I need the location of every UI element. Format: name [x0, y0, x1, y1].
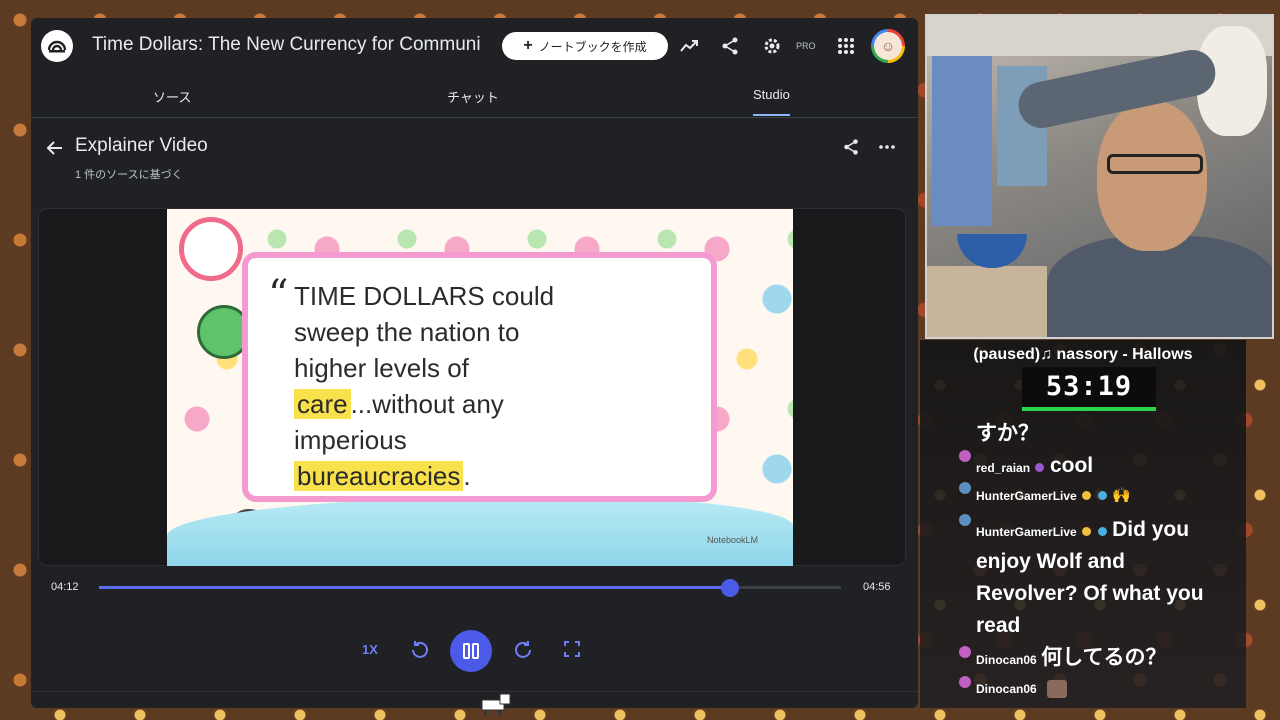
- fullscreen-icon[interactable]: [563, 640, 581, 663]
- user-icon: [959, 482, 971, 494]
- quote-text: TIME DOLLARS could sweep the nation to h…: [294, 278, 714, 494]
- emote-icon: [1047, 680, 1068, 698]
- chat-text: read: [976, 614, 1021, 637]
- chat-username: Dinocan06: [976, 682, 1037, 697]
- chat-username: Dinocan06: [976, 653, 1037, 667]
- current-time: 04:12: [51, 581, 79, 593]
- tab-chat[interactable]: チャット: [447, 87, 499, 106]
- notebook-app-window: Time Dollars: The New Currency for Commu…: [31, 18, 918, 708]
- more-options-icon[interactable]: [878, 138, 896, 161]
- progress-fill: [99, 586, 730, 589]
- quote-mark-icon: “: [268, 272, 289, 318]
- quote-line: sweep the nation to: [294, 317, 520, 347]
- rewind-10-icon[interactable]: [410, 639, 430, 664]
- bowl: [957, 234, 1027, 268]
- stream-chat-panel: (paused)♫ nassory - Hallows 53:19 すか？ re…: [920, 340, 1246, 708]
- crown-badge-icon: [1082, 527, 1092, 537]
- user-icon: [959, 676, 971, 688]
- subscriber-badge-icon: [1035, 463, 1045, 473]
- prime-badge-icon: [1097, 527, 1107, 537]
- panel-subtitle: 1 件のソースに基づく: [75, 169, 183, 181]
- quote-line: higher levels of: [294, 353, 469, 383]
- user-icon: [959, 646, 971, 658]
- chat-message: Dinocan06: [976, 680, 1068, 698]
- player-controls: 1X: [31, 630, 918, 672]
- prime-badge-icon: [1097, 491, 1107, 501]
- chat-message: enjoy Wolf and: [976, 546, 1125, 578]
- avatar-image: ☺: [874, 32, 902, 60]
- share-icon[interactable]: [718, 34, 742, 58]
- panel-title: Explainer Video: [75, 135, 208, 156]
- account-avatar[interactable]: ☺: [871, 29, 905, 63]
- notebooklm-logo-icon[interactable]: [41, 30, 73, 62]
- pause-button[interactable]: [450, 630, 492, 672]
- progress-thumb[interactable]: [720, 579, 739, 597]
- glasses: [1107, 154, 1203, 174]
- create-notebook-label: ノートブックを作成: [538, 39, 647, 54]
- panel-header: Explainer Video 1 件のソースに基づく: [31, 130, 918, 190]
- crown-badge-icon: [1082, 491, 1092, 501]
- chat-username: HunterGamerLive: [976, 489, 1077, 503]
- stream-timer: 53:19: [1022, 367, 1156, 411]
- chat-username: red_raian: [976, 461, 1031, 475]
- chat-message: Dinocan06 何してるの？: [976, 642, 1167, 674]
- quote-line: care ...without any: [294, 386, 714, 422]
- chat-text: Did you: [1112, 518, 1190, 541]
- analytics-icon[interactable]: [677, 34, 701, 58]
- user-icon: [959, 450, 971, 462]
- pro-badge: PRO: [796, 41, 816, 51]
- playback-speed-button[interactable]: 1X: [362, 642, 378, 657]
- tab-sources[interactable]: ソース: [153, 87, 191, 106]
- tab-bar: ソース チャット Studio: [31, 78, 918, 118]
- now-playing-text: (paused)♫ nassory - Hallows: [973, 346, 1193, 363]
- share-video-icon[interactable]: [842, 138, 860, 161]
- streamer-head: [1097, 101, 1207, 251]
- chat-text: 何してるの？: [1041, 646, 1167, 669]
- top-bar: Time Dollars: The New Currency for Commu…: [31, 18, 918, 74]
- user-icon: [959, 514, 971, 526]
- highlight-bureaucracies: bureaucracies: [294, 461, 464, 491]
- webcam-overlay: [925, 14, 1274, 339]
- divider: [31, 691, 918, 692]
- bookshelf: [927, 266, 1047, 337]
- total-time: 04:56: [863, 581, 891, 593]
- quote-line-rest: ...without any: [350, 389, 504, 419]
- streamer-body: [1047, 236, 1272, 337]
- tab-studio[interactable]: Studio: [753, 87, 790, 116]
- quote-period: .: [463, 461, 471, 491]
- quote-line: bureaucracies.: [294, 458, 714, 494]
- video-slide: “ TIME DOLLARS could sweep the nation to…: [167, 209, 793, 566]
- quote-card: “ TIME DOLLARS could sweep the nation to…: [242, 252, 717, 502]
- emote-icon: 🙌: [1112, 487, 1131, 504]
- clock-illustration: [179, 217, 243, 281]
- chat-text: enjoy Wolf and: [976, 550, 1125, 573]
- video-player[interactable]: “ TIME DOLLARS could sweep the nation to…: [38, 208, 906, 566]
- create-notebook-button[interactable]: + ノートブックを作成: [502, 32, 668, 60]
- cat-sprite-icon: [478, 690, 514, 716]
- chat-message: Revolver? Of what you: [976, 578, 1246, 610]
- quote-line: imperious: [294, 425, 407, 455]
- chat-text: Revolver? Of what you: [976, 582, 1204, 605]
- pause-icon: [463, 643, 479, 659]
- chat-text: cool: [1049, 454, 1094, 477]
- forward-10-icon[interactable]: [513, 639, 533, 664]
- chat-message: read: [976, 610, 1020, 642]
- chat-username: HunterGamerLive: [976, 525, 1077, 539]
- wave-decoration: [167, 496, 793, 566]
- chat-message: HunterGamerLive 🙌: [976, 486, 1131, 505]
- poster: [932, 56, 992, 226]
- notebook-title[interactable]: Time Dollars: The New Currency for Commu…: [92, 34, 485, 58]
- settings-gear-icon[interactable]: [760, 34, 784, 58]
- highlight-care: care: [294, 389, 351, 419]
- notebooklm-watermark: NotebookLM: [707, 535, 759, 545]
- back-arrow-icon[interactable]: [45, 138, 65, 158]
- progress-bar[interactable]: [99, 579, 841, 597]
- chat-message: red_raian cool: [976, 450, 1093, 482]
- plus-icon: +: [523, 37, 533, 54]
- chat-text: すか？: [976, 422, 1039, 445]
- chat-message: HunterGamerLive Did you: [976, 514, 1246, 546]
- apps-grid-icon[interactable]: [834, 34, 858, 58]
- chat-message: すか？: [976, 418, 1039, 450]
- quote-line: TIME DOLLARS could: [294, 281, 555, 311]
